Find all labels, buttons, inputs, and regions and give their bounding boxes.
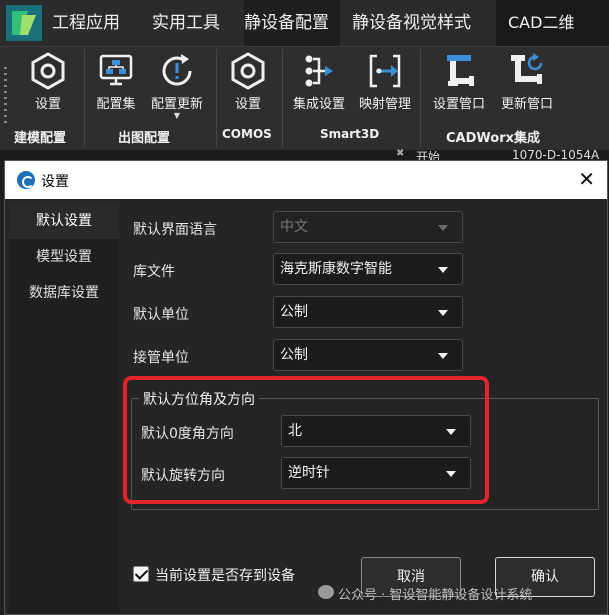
chevron-down-icon — [438, 225, 448, 231]
pipe-nozzle-icon — [447, 55, 474, 86]
close-icon[interactable]: ✕ — [578, 167, 595, 191]
group-label-modeling: 建模配置 — [14, 131, 67, 146]
nav-default-settings[interactable]: 默认设置 — [9, 203, 119, 239]
tab-utilities[interactable]: 实用工具 — [152, 0, 236, 46]
set-nozzle-button[interactable]: 设置管口 — [428, 51, 490, 112]
group-label-drawing: 出图配置 — [118, 131, 171, 146]
settings-dialog: 设置 ✕ 默认设置 模型设置 数据库设置 默认界面语言 中文 库文件 海克斯康数… — [4, 160, 608, 615]
dialog-title: 设置 — [41, 174, 69, 190]
config-set-label: 配置集 — [96, 97, 136, 112]
ui-language-value: 中文 — [280, 219, 308, 235]
nav-database-settings[interactable]: 数据库设置 — [9, 275, 119, 311]
tab-cad-2d[interactable]: CAD二维 — [496, 0, 609, 46]
group-label-cadworx: CADWorx集成 — [446, 131, 540, 146]
update-nozzle-button[interactable]: 更新管口 — [496, 51, 558, 112]
chevron-down-icon — [438, 353, 448, 359]
dropdown-arrow-icon[interactable]: ▼ — [146, 112, 208, 120]
update-nozzle-label: 更新管口 — [500, 97, 553, 112]
ui-language-select: 中文 — [273, 211, 463, 243]
app-logo-icon — [6, 5, 42, 41]
nav-model-settings[interactable]: 模型设置 — [9, 239, 119, 275]
save-to-device-label: 当前设置是否存到设备 — [155, 568, 295, 584]
default-unit-value: 公制 — [280, 304, 308, 320]
library-file-label: 库文件 — [133, 264, 175, 280]
library-file-select[interactable]: 海克斯康数字智能 — [273, 253, 463, 285]
group-divider — [84, 49, 85, 147]
library-file-value: 海克斯康数字智能 — [280, 261, 392, 277]
flow-integrate-icon — [305, 55, 333, 87]
comos-settings-button[interactable]: 设置 — [224, 51, 272, 112]
config-set-button[interactable]: 配置集 — [92, 51, 140, 112]
group-divider — [216, 49, 217, 147]
wechat-icon — [318, 585, 334, 599]
mapping-management-label: 映射管理 — [358, 97, 411, 112]
modeling-settings-button[interactable]: 设置 — [22, 51, 74, 112]
set-nozzle-label: 设置管口 — [432, 97, 485, 112]
close-icon[interactable]: ✖ — [396, 148, 404, 159]
refresh-alert-icon — [162, 54, 192, 86]
group-divider — [420, 49, 421, 147]
config-update-button[interactable]: 配置更新 ▼ — [146, 51, 208, 120]
mapping-management-button[interactable]: 映射管理 — [354, 51, 416, 112]
nozzle-unit-select[interactable]: 公制 — [273, 339, 463, 371]
watermark-text: 公众号 · 智设智能静设备设计系统 — [338, 588, 533, 603]
hexagon-nut-icon — [231, 52, 265, 90]
chevron-down-icon — [438, 267, 448, 273]
tab-engineering[interactable]: 工程应用 — [52, 0, 136, 46]
default-unit-select[interactable]: 公制 — [273, 296, 463, 328]
ui-language-label: 默认界面语言 — [133, 222, 217, 238]
tab-static-equipment-config[interactable]: 静设备配置 — [244, 0, 340, 46]
integration-settings-label: 集成设置 — [292, 97, 345, 112]
group-divider — [282, 49, 283, 147]
pipe-refresh-icon — [511, 53, 543, 84]
comos-settings-label: 设置 — [234, 97, 261, 112]
save-to-device-checkbox[interactable] — [133, 566, 149, 582]
dialog-titlebar[interactable]: 设置 ✕ — [5, 161, 607, 199]
monitor-network-icon — [99, 54, 133, 86]
group-label-smart3d: Smart3D — [320, 127, 380, 141]
modeling-settings-label: 设置 — [34, 97, 61, 112]
tab-visual-style[interactable]: 静设备视觉样式 — [352, 0, 492, 46]
ribbon-panel: 设置 建模配置 配置集 配置更新 ▼ 出图配置 ▪▪▪▪ 设置 — [0, 46, 609, 166]
nozzle-unit-label: 接管单位 — [133, 350, 189, 366]
config-update-label: 配置更新 — [150, 97, 203, 112]
mapping-arrows-icon — [369, 54, 401, 88]
ribbon-grip[interactable] — [4, 67, 7, 127]
hexagon-nut-icon — [31, 52, 65, 90]
chevron-down-icon — [438, 310, 448, 316]
default-unit-label: 默认单位 — [133, 307, 189, 323]
highlight-annotation-box — [123, 376, 489, 504]
integration-settings-button[interactable]: 集成设置 — [288, 51, 350, 112]
group-label-comos: COMOS — [222, 127, 272, 141]
settings-nav: 默认设置 模型设置 数据库设置 — [9, 203, 119, 613]
ribbon-tab-bar: 工程应用 实用工具 静设备配置 静设备视觉样式 CAD二维 — [0, 0, 609, 46]
nozzle-unit-value: 公制 — [280, 347, 308, 363]
dialog-app-icon — [17, 171, 35, 189]
